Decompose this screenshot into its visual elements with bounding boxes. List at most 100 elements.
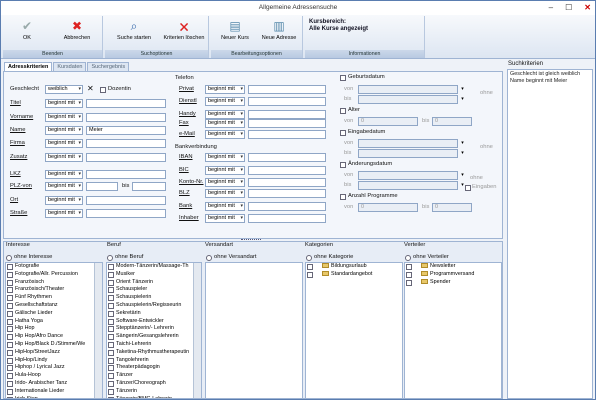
beruf-list-item[interactable]: Musiker (107, 271, 201, 279)
beruf-list-item[interactable]: Orient Tänzerin (107, 279, 201, 287)
beruf-item-checkbox[interactable] (108, 373, 114, 380)
interesse-list-item[interactable]: Hula-Hoop (6, 372, 102, 380)
beruf-item-checkbox[interactable] (108, 326, 114, 333)
zusatz-op-select[interactable]: beginnt mit (45, 153, 83, 162)
konto-op-select[interactable]: beginnt mit (205, 178, 245, 187)
interesse-item-checkbox[interactable] (7, 295, 13, 302)
geb-bis-input[interactable] (358, 95, 458, 104)
fax-op-select[interactable]: beginnt mit (205, 119, 245, 128)
gender-select[interactable]: weiblich (45, 85, 83, 94)
beruf-item-checkbox[interactable] (108, 334, 114, 341)
interesse-list-item[interactable]: Gesellschaftstanz (6, 302, 102, 310)
verteiler-item-checkbox[interactable] (406, 271, 412, 278)
verteiler-item-checkbox[interactable] (406, 264, 412, 270)
beruf-item-checkbox[interactable] (108, 271, 114, 278)
clear-icon[interactable]: ✕ (87, 85, 94, 93)
email-input[interactable] (248, 130, 326, 139)
lkz-input[interactable] (86, 170, 166, 179)
strasse-input[interactable] (86, 209, 166, 218)
firma-op-select[interactable]: beginnt mit (45, 139, 83, 148)
new-address-button[interactable]: ▥ Neue Adresse (257, 18, 301, 48)
verteiler-list-item[interactable]: Spender (405, 279, 501, 287)
interesse-list-item[interactable]: Hatha Yoga (6, 318, 102, 326)
lkz-op-select[interactable]: beginnt mit (45, 170, 83, 179)
maximize-icon[interactable]: ☐ (565, 1, 572, 15)
strasse-op-select[interactable]: beginnt mit (45, 209, 83, 218)
interesse-list-item[interactable]: Internationale Lieder (6, 388, 102, 396)
interesse-list-item[interactable]: Hip Hop/Black D./Stimme/We (6, 341, 102, 349)
tab-adresskriterien[interactable]: Adresskriterien (4, 62, 53, 71)
kategorien-list-item[interactable]: Bildungsurlaub (306, 263, 402, 271)
blz-input[interactable] (248, 189, 326, 198)
dienstl-input[interactable] (248, 97, 326, 106)
bank-input[interactable] (248, 202, 326, 211)
inhaber-op-select[interactable]: beginnt mit (205, 214, 245, 223)
interesse-item-checkbox[interactable] (7, 380, 13, 387)
beruf-list-item[interactable]: Tangolehrerin (107, 357, 201, 365)
kategorien-item-checkbox[interactable] (307, 271, 313, 278)
email-op-select[interactable]: beginnt mit (205, 130, 245, 139)
beruf-list-item[interactable]: Sekretärin (107, 310, 201, 318)
beruf-list-item[interactable]: Schauspielerin (107, 294, 201, 302)
kategorien-list-item[interactable]: Standardangebot (306, 271, 402, 279)
bank-op-select[interactable]: beginnt mit (205, 202, 245, 211)
titel-op-select[interactable]: beginnt mit (45, 99, 83, 108)
beruf-list-item[interactable]: Sängerin/Gesangslehrerin (107, 333, 201, 341)
start-search-button[interactable]: ⌕ Suche starten (109, 18, 159, 48)
beruf-list-item[interactable]: Tänzer/Choreograph (107, 380, 201, 388)
aen-von-dropdown-icon[interactable]: ▾ (459, 172, 466, 179)
iban-op-select[interactable]: beginnt mit (205, 153, 245, 162)
privat-input[interactable] (248, 85, 326, 94)
minimize-icon[interactable]: – (549, 1, 553, 15)
eingaben-checkbox[interactable] (465, 185, 471, 191)
beruf-item-checkbox[interactable] (108, 365, 114, 372)
alter-von-input[interactable]: 0 (358, 117, 418, 126)
beruf-list-item[interactable]: Schauspieler (107, 286, 201, 294)
interesse-list-item[interactable]: Hip Hop/Afro Dance (6, 333, 102, 341)
eingabedatum-checkbox[interactable] (340, 130, 346, 136)
beruf-item-checkbox[interactable] (108, 318, 114, 325)
geb-von-dropdown-icon[interactable]: ▾ (459, 86, 466, 93)
interesse-list-item[interactable]: Fünf Rhythmen (6, 294, 102, 302)
interesse-list-item[interactable]: HipHop/Lindy (6, 357, 102, 365)
beruf-list-item[interactable]: Tänzerin/BMC-Lehrerin (107, 396, 201, 398)
beruf-item-checkbox[interactable] (108, 341, 114, 348)
beruf-list-item[interactable]: Tänzerin (107, 388, 201, 396)
vorname-input[interactable] (86, 113, 166, 122)
interesse-list-item[interactable]: Fotografie/Allr. Percussion (6, 271, 102, 279)
ok-button[interactable]: ✔ OK (5, 18, 49, 48)
ort-op-select[interactable]: beginnt mit (45, 196, 83, 205)
cancel-button[interactable]: ✖ Abbrechen (55, 18, 99, 48)
ohne-kategorie-radio[interactable] (306, 255, 312, 261)
name-input[interactable]: Meier (86, 126, 166, 135)
beruf-item-checkbox[interactable] (108, 396, 114, 398)
ein-von-dropdown-icon[interactable]: ▾ (459, 140, 466, 147)
zusatz-input[interactable] (86, 153, 166, 162)
name-op-select[interactable]: beginnt mit (45, 126, 83, 135)
aen-von-input[interactable] (358, 171, 458, 180)
interesse-item-checkbox[interactable] (7, 318, 13, 325)
plz-from-input[interactable] (86, 182, 118, 191)
ein-von-input[interactable] (358, 139, 458, 148)
beruf-list-item[interactable]: Theaterpädagogin (107, 364, 201, 372)
interesse-item-checkbox[interactable] (7, 334, 13, 341)
interesse-list-item[interactable]: HipHop/StreetJazz (6, 349, 102, 357)
interesse-list-item[interactable]: Französisch/Theater (6, 286, 102, 294)
titel-input[interactable] (86, 99, 166, 108)
interesse-list-item[interactable]: Irish Step (6, 396, 102, 398)
ohne-interesse-radio[interactable] (6, 255, 12, 261)
handy-op-select[interactable]: beginnt mit (205, 110, 245, 119)
beruf-list-item[interactable]: Modern-Tänzerin/Massage-Th (107, 263, 201, 271)
interesse-item-checkbox[interactable] (7, 349, 13, 356)
inhaber-input[interactable] (248, 214, 326, 223)
interesse-list-item[interactable]: Hip Hop (6, 325, 102, 333)
interesse-item-checkbox[interactable] (7, 326, 13, 333)
beruf-list-item[interactable]: Tänzer (107, 372, 201, 380)
dienstl-op-select[interactable]: beginnt mit (205, 97, 245, 106)
bic-op-select[interactable]: beginnt mit (205, 166, 245, 175)
tab-suchergebnis[interactable]: Suchergebnis (87, 62, 130, 71)
alter-bis-input[interactable]: 0 (432, 117, 472, 126)
beruf-list-item[interactable]: Stepptänzerin/- Lehrerin (107, 325, 201, 333)
tab-kursdaten[interactable]: Kursdaten (53, 62, 87, 71)
ohne-beruf-radio[interactable] (107, 255, 113, 261)
